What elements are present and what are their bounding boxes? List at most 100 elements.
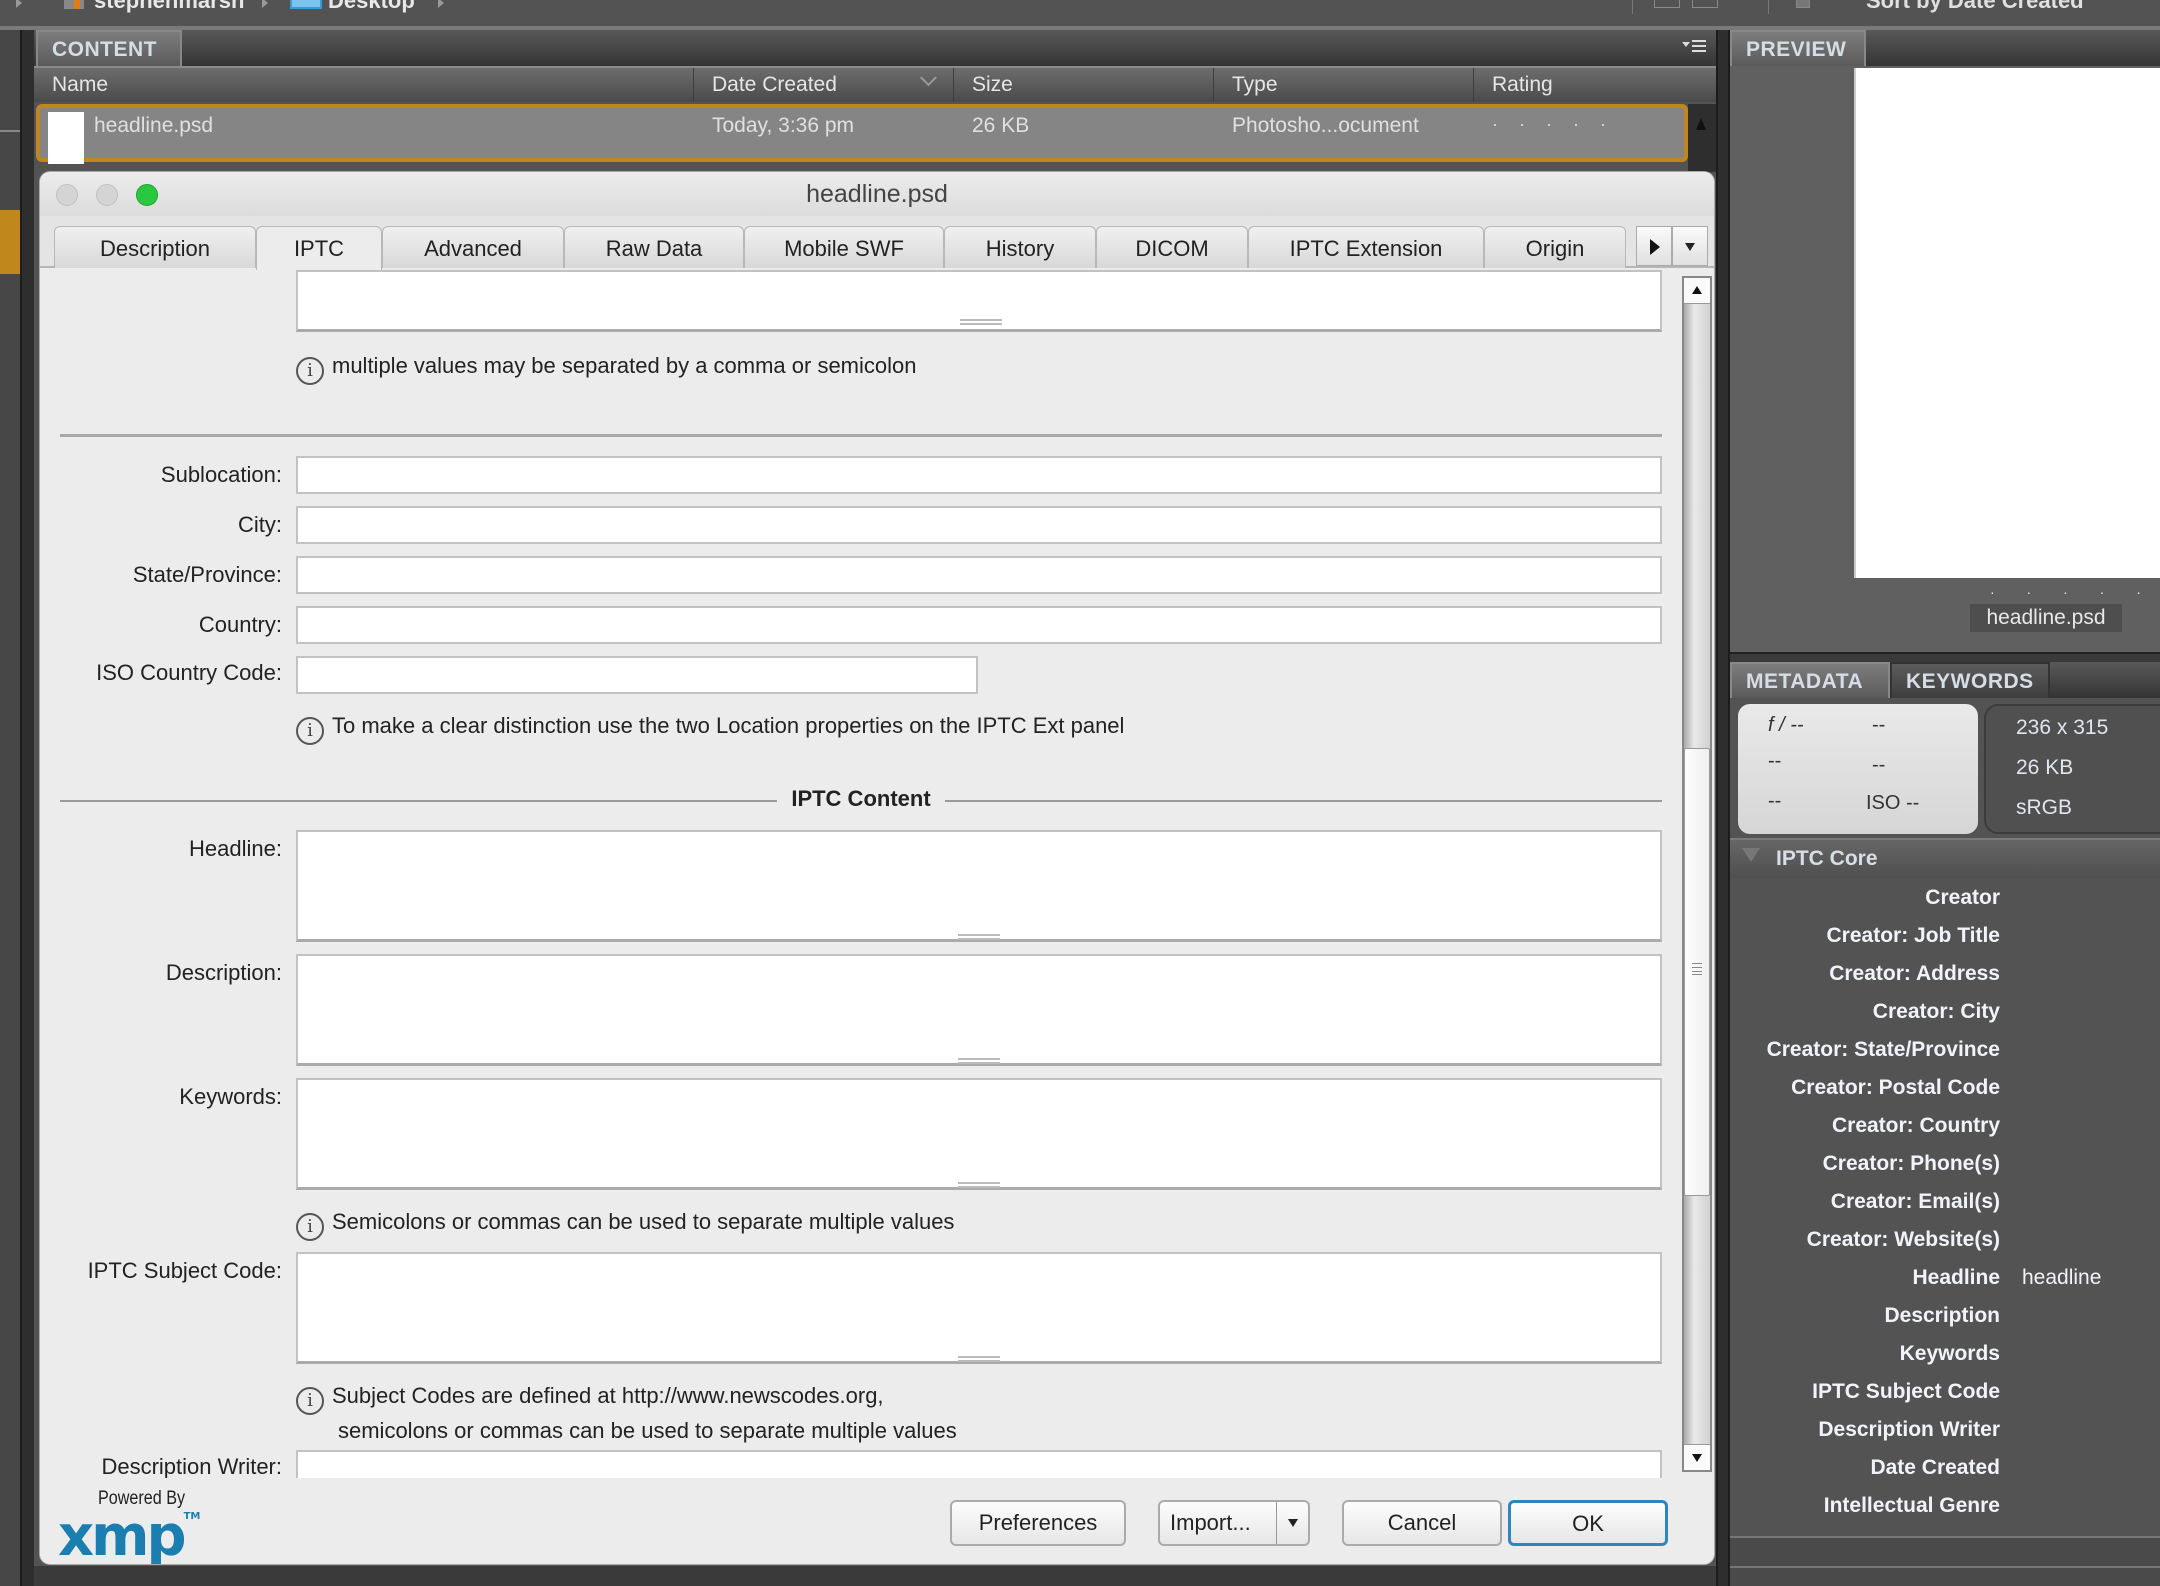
import-button[interactable]: Import... (1158, 1500, 1310, 1546)
dialog-tab-bar: Description IPTC Advanced Raw Data Mobil… (40, 216, 1714, 270)
metadata-field-key: Creator: Country (1831, 1114, 2000, 1137)
thumbnail-grid-icon[interactable] (1692, 0, 1718, 8)
resize-grip-icon[interactable] (958, 1182, 1000, 1188)
tab-history[interactable]: History (944, 226, 1096, 268)
headline-textarea[interactable] (296, 830, 1662, 942)
metadata-field-row[interactable]: Keywords (1730, 1336, 2160, 1374)
column-rating[interactable]: Rating (1474, 68, 1716, 102)
hint-multiple-values: i multiple values may be separated by a c… (296, 350, 917, 385)
dialog-titlebar[interactable]: headline.psd (40, 172, 1714, 216)
tab-raw-data[interactable]: Raw Data (564, 226, 744, 268)
resize-grip-icon[interactable] (958, 1058, 1000, 1064)
toolbar-separator (1768, 0, 1769, 14)
tab-iptc[interactable]: IPTC (256, 226, 382, 270)
import-menu-arrow[interactable] (1276, 1502, 1308, 1544)
state-province-input[interactable] (296, 556, 1662, 594)
tab-metadata[interactable]: METADATA (1730, 662, 1890, 698)
column-type[interactable]: Type (1214, 68, 1474, 102)
file-name: headline.psd (94, 114, 214, 137)
iptc-core-section-header[interactable]: IPTC Core (1730, 838, 2160, 878)
metadata-field-row[interactable]: Description (1730, 1298, 2160, 1336)
preview-panel-header: PREVIEW (1730, 30, 2160, 66)
column-header-row: Name Date Created Size Type Rating (34, 66, 1716, 102)
tab-mobile-swf[interactable]: Mobile SWF (744, 226, 944, 268)
metadata-field-row[interactable]: Creator: State/Province (1730, 1032, 2160, 1070)
metadata-field-key: Creator: Job Title (1826, 924, 2000, 947)
column-date-created[interactable]: Date Created (694, 68, 954, 102)
left-panel-splitter[interactable] (20, 30, 34, 1586)
resize-grip-icon[interactable] (958, 1356, 1000, 1362)
metadata-field-row[interactable]: IPTC Subject Code (1730, 1374, 2160, 1412)
iso-country-code-input[interactable] (296, 656, 978, 694)
metadata-field-row[interactable]: Creator: Job Title (1730, 918, 2160, 956)
label-iptc-subject-code: IPTC Subject Code: (87, 1258, 282, 1283)
tab-advanced[interactable]: Advanced (382, 226, 564, 268)
ok-button[interactable]: OK (1508, 1500, 1668, 1546)
metadata-field-key: Creator: Email(s) (1830, 1190, 2000, 1213)
file-rating[interactable]: · · · · · (1492, 114, 1614, 135)
metadata-field-row[interactable]: Creator: Country (1730, 1108, 2160, 1146)
metadata-field-list: Creator Creator: Job Title Creator: Addres… (1730, 880, 2160, 1526)
keywords-textarea[interactable] (296, 1078, 1662, 1190)
chevron-right-icon (16, 0, 22, 8)
metadata-field-row[interactable]: Creator: Address (1730, 956, 2160, 994)
panel-menu-icon[interactable] (1682, 38, 1706, 54)
scroll-up-icon[interactable] (1696, 118, 1706, 130)
filter-ratings-icon[interactable] (1796, 0, 1810, 8)
tab-preview[interactable]: PREVIEW (1730, 30, 1866, 66)
sort-descending-icon (921, 76, 935, 90)
metadata-field-row[interactable]: Date Created (1730, 1450, 2160, 1488)
thumbnail-quality-icon[interactable] (1654, 0, 1680, 8)
tab-content[interactable]: CONTENT (36, 30, 182, 66)
metadata-field-value[interactable]: headline (2022, 1266, 2101, 1290)
preview-rating[interactable]: · · · · · (1990, 584, 2155, 600)
arrow-up-icon (1692, 286, 1702, 294)
disclosure-triangle-icon[interactable] (1742, 848, 1760, 862)
city-input[interactable] (296, 506, 1662, 544)
info-icon: i (296, 717, 324, 745)
scroll-down-button[interactable] (1684, 1444, 1710, 1470)
metadata-field-row[interactable]: Creator: City (1730, 994, 2160, 1032)
panel-splitter[interactable] (1716, 30, 1730, 1586)
tab-keywords[interactable]: KEYWORDS (1890, 662, 2050, 698)
metadata-field-row[interactable]: Description Writer (1730, 1412, 2160, 1450)
metadata-field-row[interactable]: Creator: Postal Code (1730, 1070, 2160, 1108)
file-row[interactable]: headline.psd Today, 3:36 pm 26 KB Photos… (36, 104, 1688, 164)
metadata-field-row[interactable]: Creator (1730, 880, 2160, 918)
metadata-field-row[interactable]: Creator: Email(s) (1730, 1184, 2160, 1222)
column-name[interactable]: Name (34, 68, 694, 102)
breadcrumb-desktop[interactable]: Desktop (328, 0, 415, 14)
sublocation-input[interactable] (296, 456, 1662, 494)
scrollbar-thumb[interactable] (1684, 748, 1710, 1196)
preview-image[interactable] (1854, 68, 2160, 578)
preferences-button[interactable]: Preferences (950, 1500, 1126, 1546)
country-input[interactable] (296, 606, 1662, 644)
tab-origin[interactable]: Origin (1484, 226, 1626, 268)
metadata-field-row[interactable]: Creator: Website(s) (1730, 1222, 2160, 1260)
triangle-right-icon (1650, 239, 1660, 255)
tab-overflow-menu-button[interactable] (1672, 226, 1708, 266)
metadata-field-row[interactable]: Creator: Phone(s) (1730, 1146, 2160, 1184)
breadcrumb-user[interactable]: stephenmarsh (94, 0, 244, 14)
tab-dicom[interactable]: DICOM (1096, 226, 1248, 268)
metadata-field-row[interactable]: Intellectual Genre (1730, 1488, 2160, 1526)
sort-dropdown[interactable]: Sort by Date Created (1866, 0, 2084, 14)
metadata-field-row[interactable]: Headline headline (1730, 1260, 2160, 1298)
description-textarea[interactable] (296, 954, 1662, 1066)
cancel-button[interactable]: Cancel (1342, 1500, 1502, 1546)
content-list-scrollbar[interactable] (1688, 104, 1716, 172)
description-writer-input[interactable] (296, 1450, 1662, 1478)
iptc-subject-code-textarea[interactable] (296, 1252, 1662, 1364)
file-date: Today, 3:36 pm (712, 114, 855, 137)
resize-grip-icon[interactable] (960, 319, 1002, 325)
file-type: Photosho...ocument (1232, 114, 1419, 137)
tab-iptc-extension[interactable]: IPTC Extension (1248, 226, 1484, 268)
scroll-up-button[interactable] (1684, 278, 1710, 304)
location-shown-textarea[interactable] (296, 270, 1662, 332)
resize-grip-icon[interactable] (958, 934, 1000, 940)
tab-scroll-right-button[interactable] (1636, 226, 1672, 266)
dialog-scrollbar[interactable] (1682, 276, 1712, 1472)
tab-description[interactable]: Description (54, 226, 256, 268)
column-size[interactable]: Size (954, 68, 1214, 102)
grip-icon (1692, 963, 1702, 975)
